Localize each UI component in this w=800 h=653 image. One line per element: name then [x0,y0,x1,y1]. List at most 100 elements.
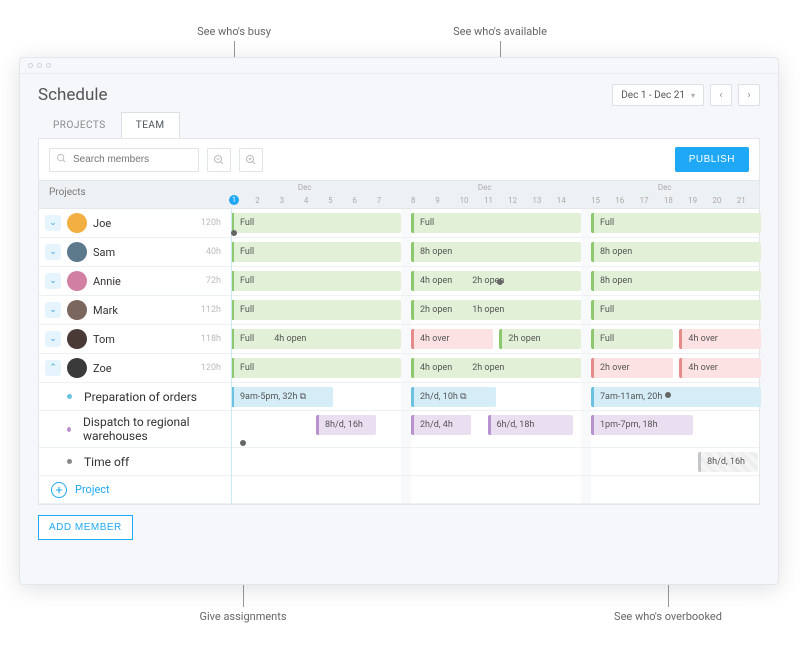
day-number: 19 [688,196,697,205]
expand-toggle[interactable]: ⌃ [45,360,61,376]
member-name: Zoe [93,362,112,375]
day-number: 11 [484,196,493,205]
date-range-picker[interactable]: Dec 1 - Dec 21 ▾ [612,84,704,106]
row-timeline: Full Full Full [231,209,759,238]
day-number: 17 [640,196,649,205]
schedule-bar[interactable]: 8h/d, 16h [698,452,758,472]
search-input[interactable] [73,154,192,165]
callout-overbooked: See who's overbooked [588,610,748,623]
day-number: 2 [255,196,260,205]
month-label: Dec [658,183,672,192]
row-timeline: Full 8h open 8h open [231,238,759,267]
add-project-button[interactable]: +Project [45,482,110,498]
schedule-bar[interactable]: Full [591,213,761,233]
row-left: +Project [39,476,231,504]
schedule-bar[interactable]: 8h/d, 16h [316,415,376,435]
row-timeline: Full4h open 4h over 2h open Full 4h over [231,325,759,354]
expand-toggle[interactable]: ⌄ [45,331,61,347]
add-member-button[interactable]: ADD MEMBER [38,515,133,540]
schedule-bar[interactable]: Full [231,271,401,291]
member-name: Sam [93,246,115,259]
schedule-bar[interactable]: Full [231,358,401,378]
tab-projects[interactable]: PROJECTS [38,112,121,138]
month-label: Dec [298,183,312,192]
search-input-wrap[interactable] [49,148,199,172]
schedule-bar[interactable]: Full4h open [231,329,401,349]
day-number: 8 [411,196,416,205]
publish-button[interactable]: PUBLISH [675,147,749,172]
schedule-bar[interactable]: Full [591,300,761,320]
callout-marker [497,279,503,285]
schedule-bar[interactable]: 4h over [679,358,761,378]
next-button[interactable]: › [738,84,760,106]
member-hours: 120h [201,363,221,373]
schedule-bar[interactable]: 2h/d, 10h ⧉ [411,387,496,407]
row-timeline: Full 4h open2h open 2h over 4h over [231,354,759,383]
schedule-bar[interactable]: 2h/d, 4h [411,415,471,435]
row-left: Dispatch to regional warehouses [39,411,231,448]
day-number: 16 [615,196,624,205]
row-left: ⌄ Joe 120h [39,209,231,238]
schedule-bar[interactable]: 7am-11am, 20h [591,387,761,407]
expand-toggle[interactable]: ⌄ [45,302,61,318]
prev-button[interactable]: ‹ [710,84,732,106]
schedule-bar[interactable]: Full [231,300,401,320]
expand-toggle[interactable]: ⌄ [45,244,61,260]
projects-column-header: Projects [39,181,231,209]
schedule-bar[interactable]: Full [591,329,673,349]
expand-toggle[interactable]: ⌄ [45,273,61,289]
member-name: Joe [93,217,111,230]
avatar [67,358,87,378]
row-timeline: Full 4h open2h open 8h open [231,267,759,296]
subproject-name: Preparation of orders [84,390,197,404]
expand-toggle[interactable]: ⌄ [45,215,61,231]
window-titlebar [20,58,778,74]
callout-marker [231,230,237,236]
row-left: Preparation of orders [39,383,231,411]
chevron-down-icon: ▾ [691,91,695,100]
day-number: 4 [304,196,309,205]
day-number: 3 [280,196,285,205]
schedule-bar[interactable]: 8h open [411,242,581,262]
search-icon [56,153,67,167]
schedule-bar[interactable]: 2h open1h open [411,300,581,320]
schedule-bar[interactable]: 4h open2h open [411,271,581,291]
schedule-bar[interactable]: 8h open [591,242,761,262]
schedule-bar[interactable]: 1pm-7pm, 18h [591,415,693,435]
schedule-bar[interactable]: 4h open2h open [411,358,581,378]
day-number: 10 [460,196,469,205]
callout-busy: See who's busy [174,25,294,38]
member-hours: 72h [206,276,221,286]
timeline-header: 1234Dec567891011Dec12131415161718Dec1920… [231,181,759,209]
schedule-bar[interactable]: Full [231,213,401,233]
schedule-bar[interactable]: Full [231,242,401,262]
schedule-bar[interactable]: 2h open [499,329,581,349]
schedule-bar[interactable]: 2h over [591,358,673,378]
today-marker: 1 [229,195,239,205]
day-number: 7 [377,196,382,205]
day-number: 14 [557,196,566,205]
row-left: ⌄ Annie 72h [39,267,231,296]
avatar [67,329,87,349]
plus-icon: + [51,482,67,498]
avatar [67,300,87,320]
callout-marker [240,440,246,446]
schedule-bar[interactable]: 4h over [679,329,761,349]
schedule-bar[interactable]: 4h over [411,329,493,349]
row-timeline: Full 2h open1h open Full [231,296,759,325]
zoom-out-button[interactable] [207,148,231,172]
day-number: 21 [737,196,746,205]
tab-team[interactable]: TEAM [121,112,180,138]
schedule-bar[interactable]: 9am-5pm, 32h ⧉ [231,387,333,407]
row-left: ⌃ Zoe 120h [39,354,231,383]
schedule-bar[interactable]: 8h open [591,271,761,291]
avatar [67,242,87,262]
avatar [67,213,87,233]
schedule-bar[interactable]: 6h/d, 18h [488,415,573,435]
app-window: Schedule Dec 1 - Dec 21 ▾ ‹ › PROJECTS T… [19,57,779,585]
day-number: 15 [591,196,600,205]
day-number: 9 [435,196,440,205]
day-number: 13 [532,196,541,205]
zoom-in-button[interactable] [239,148,263,172]
schedule-bar[interactable]: Full [411,213,581,233]
